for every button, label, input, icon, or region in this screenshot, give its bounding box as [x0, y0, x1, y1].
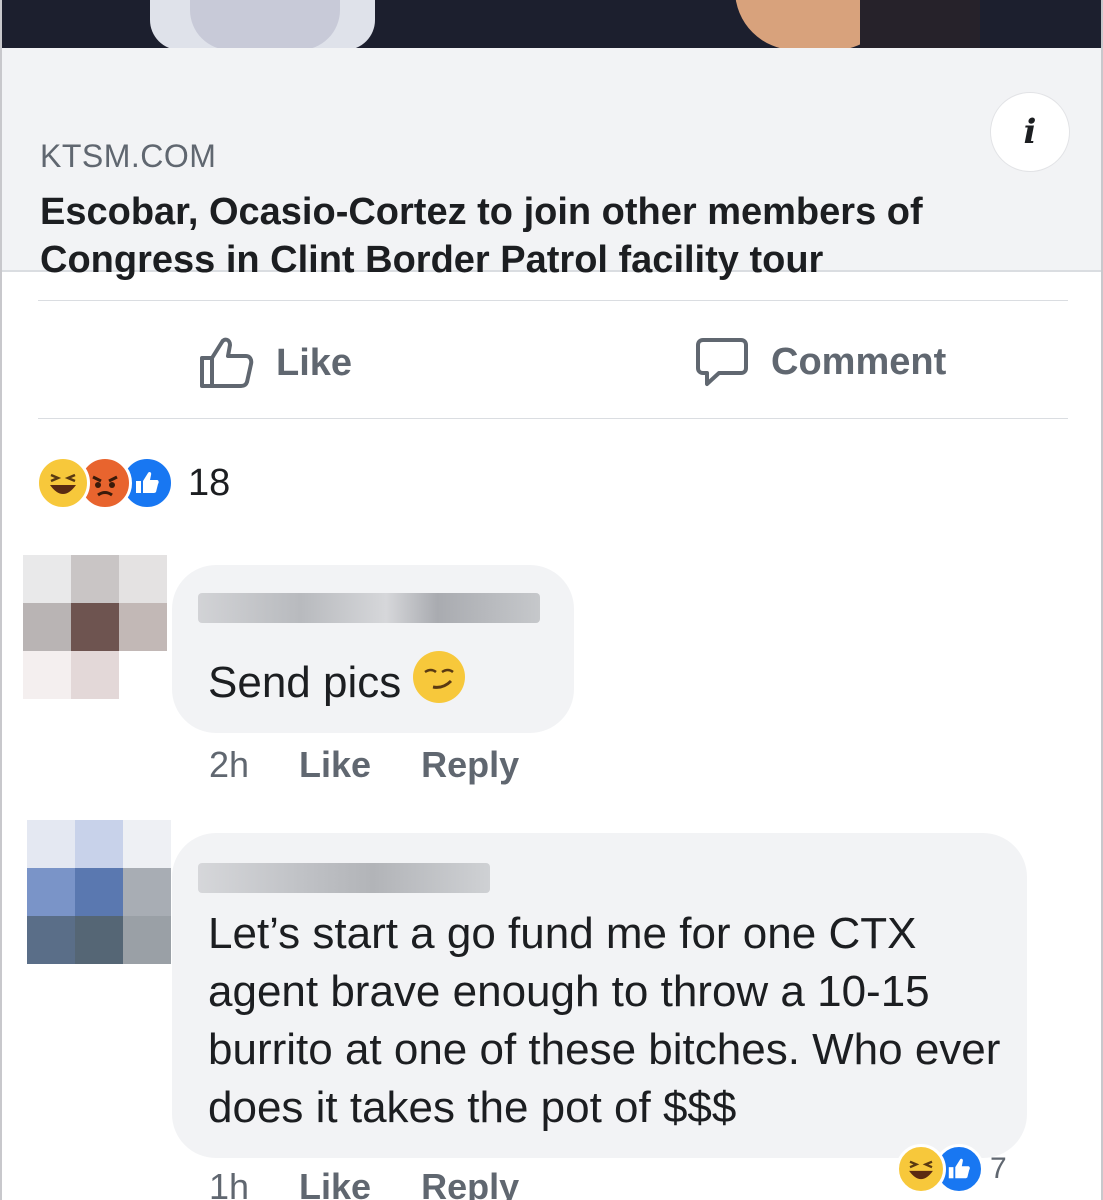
comment-reaction-count: 7	[990, 1152, 1007, 1185]
reactions-summary[interactable]: 18	[36, 456, 230, 510]
photo-person-right-hair	[860, 0, 980, 48]
haha-reaction-icon	[36, 456, 90, 510]
comment-meta: 1h Like Reply	[209, 1166, 569, 1200]
like-button-label: Like	[276, 341, 353, 384]
post-frame: i KTSM.COM Escobar, Ocasio-Cortez to joi…	[0, 0, 1103, 1200]
comment-timestamp[interactable]: 2h	[209, 744, 249, 786]
commenter-name-redacted[interactable]	[198, 593, 540, 623]
comment-icon	[696, 338, 748, 386]
comment-bubble[interactable]: Send pics	[172, 565, 574, 733]
comment-bubble[interactable]: Let’s start a go fund me for one CTX age…	[172, 833, 1027, 1158]
comment-like-link[interactable]: Like	[299, 1166, 371, 1200]
info-glyph: i	[1023, 112, 1037, 152]
info-icon[interactable]: i	[990, 92, 1070, 172]
comment-like-link[interactable]: Like	[299, 744, 371, 786]
link-headline[interactable]: Escobar, Ocasio-Cortez to join other mem…	[40, 188, 1040, 284]
link-domain: KTSM.COM	[40, 138, 217, 174]
comment-timestamp[interactable]: 1h	[209, 1166, 249, 1200]
comment-reply-link[interactable]: Reply	[421, 744, 519, 786]
comment-reactions[interactable]: 7	[896, 1144, 1007, 1194]
article-photo[interactable]	[0, 0, 1103, 48]
avatar[interactable]	[23, 555, 167, 699]
like-button[interactable]: Like	[198, 336, 352, 390]
divider	[38, 300, 1068, 301]
photo-person-left-collar	[190, 0, 340, 48]
haha-reaction-icon	[896, 1144, 946, 1194]
smirking-face-icon	[413, 651, 466, 703]
divider	[38, 418, 1068, 419]
comment-text-body: Send pics	[208, 658, 402, 707]
frame-border-left	[0, 0, 2, 1200]
reaction-count[interactable]: 18	[188, 462, 230, 505]
comment-meta: 2h Like Reply	[209, 744, 569, 786]
avatar[interactable]	[27, 820, 171, 964]
comment-button[interactable]: Comment	[695, 336, 946, 388]
commenter-name-redacted[interactable]	[198, 863, 490, 893]
comment-button-label: Comment	[771, 340, 947, 383]
comment-text: Send pics	[208, 651, 466, 712]
link-preview[interactable]: i KTSM.COM Escobar, Ocasio-Cortez to joi…	[2, 48, 1101, 281]
comment-text: Let’s start a go fund me for one CTX age…	[208, 909, 1001, 1132]
thumbs-up-icon	[200, 337, 254, 388]
comment-reply-link[interactable]: Reply	[421, 1166, 519, 1200]
